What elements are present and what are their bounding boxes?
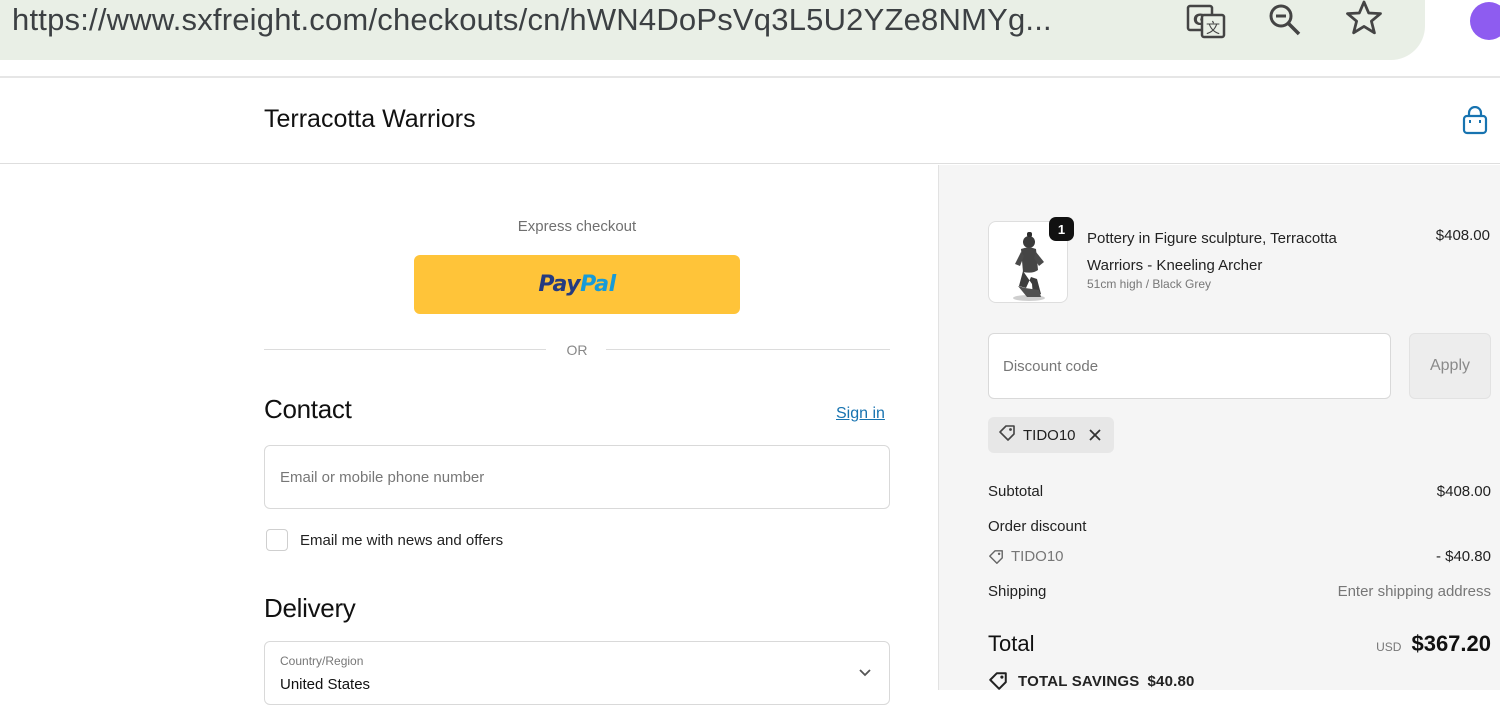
discount-code-text: TIDO10 <box>1011 548 1064 565</box>
country-value[interactable]: United States <box>280 676 370 693</box>
email-field[interactable] <box>264 445 890 509</box>
delivery-heading: Delivery <box>264 593 356 623</box>
translate-icon[interactable]: G 文 <box>1186 2 1228 42</box>
order-summary: 1 Pottery in Figure sculpture, Terracott… <box>938 165 1500 690</box>
savings-tag-icon <box>988 671 1008 691</box>
bookmark-star-icon[interactable] <box>1344 0 1384 38</box>
subtotal-row: Subtotal $408.00 <box>988 483 1491 500</box>
subtotal-value: $408.00 <box>1436 483 1491 500</box>
product-variant: 51cm high / Black Grey <box>1087 277 1212 291</box>
contact-heading: Contact <box>264 394 352 424</box>
total-savings: TOTAL SAVINGS $40.80 <box>988 671 1195 691</box>
paypal-logo: PayPal <box>538 272 616 297</box>
country-select[interactable]: Country/Region United States <box>264 641 890 705</box>
browser-toolbar: https://www.sxfreight.com/checkouts/cn/h… <box>0 0 1500 78</box>
total-amount: USD $367.20 <box>1376 631 1491 657</box>
country-label: Country/Region <box>280 654 364 668</box>
shipping-row: Shipping Enter shipping address <box>988 583 1491 600</box>
store-header: Terracotta Warriors <box>0 78 1500 164</box>
discount-code-detail: TIDO10 <box>988 548 1491 565</box>
total-label: Total <box>988 631 1035 656</box>
shopping-bag-icon[interactable] <box>1461 105 1489 136</box>
applied-code-text: TIDO10 <box>1023 426 1076 444</box>
store-name[interactable]: Terracotta Warriors <box>264 105 476 134</box>
svg-text:文: 文 <box>1206 21 1220 37</box>
total-row: Total USD $367.20 <box>988 631 1491 657</box>
order-discount-row: Order discount <box>988 518 1491 535</box>
url-text[interactable]: https://www.sxfreight.com/checkouts/cn/h… <box>12 2 1052 38</box>
extension-icon[interactable] <box>1470 2 1500 40</box>
chevron-down-icon[interactable] <box>857 664 873 680</box>
discount-code-field[interactable] <box>988 333 1391 399</box>
discount-amount: - $40.80 <box>1435 548 1491 565</box>
newsletter-label[interactable]: Email me with news and offers <box>300 532 503 549</box>
total-currency: USD <box>1376 640 1402 654</box>
paypal-logo-pay: Pay <box>538 272 581 297</box>
applied-discount-chip: TIDO10 <box>988 417 1114 453</box>
tag-icon <box>988 549 1004 565</box>
or-text: OR <box>566 342 588 358</box>
quantity-badge: 1 <box>1049 217 1074 241</box>
product-price: $408.00 <box>1435 227 1490 244</box>
product-title: Pottery in Figure sculpture, Terracotta … <box>1087 230 1337 274</box>
close-icon[interactable] <box>1088 428 1102 442</box>
apply-discount-button[interactable]: Apply <box>1409 333 1491 399</box>
order-discount-label: Order discount <box>988 518 1087 535</box>
paypal-button[interactable]: PayPal <box>414 255 740 314</box>
or-divider: OR <box>264 340 890 360</box>
newsletter-option[interactable]: Email me with news and offers <box>266 529 503 551</box>
shipping-value: Enter shipping address <box>1337 583 1491 600</box>
savings-value: $40.80 <box>1147 672 1195 690</box>
sign-in-link[interactable]: Sign in <box>836 405 885 423</box>
paypal-logo-pal: Pal <box>580 272 616 297</box>
zoom-icon[interactable] <box>1266 0 1304 40</box>
newsletter-checkbox[interactable] <box>266 529 288 551</box>
express-checkout-label: Express checkout <box>517 218 637 235</box>
subtotal-label: Subtotal <box>988 483 1044 500</box>
divider-line <box>606 349 890 350</box>
checkout-main: Express checkout PayPal OR Contact Sign … <box>0 165 938 705</box>
tag-icon <box>998 424 1016 446</box>
discount-code-row: TIDO10 - $40.80 <box>988 548 1491 565</box>
shipping-label: Shipping <box>988 583 1047 600</box>
total-value: $367.20 <box>1411 631 1491 656</box>
savings-label: TOTAL SAVINGS <box>1018 672 1140 690</box>
